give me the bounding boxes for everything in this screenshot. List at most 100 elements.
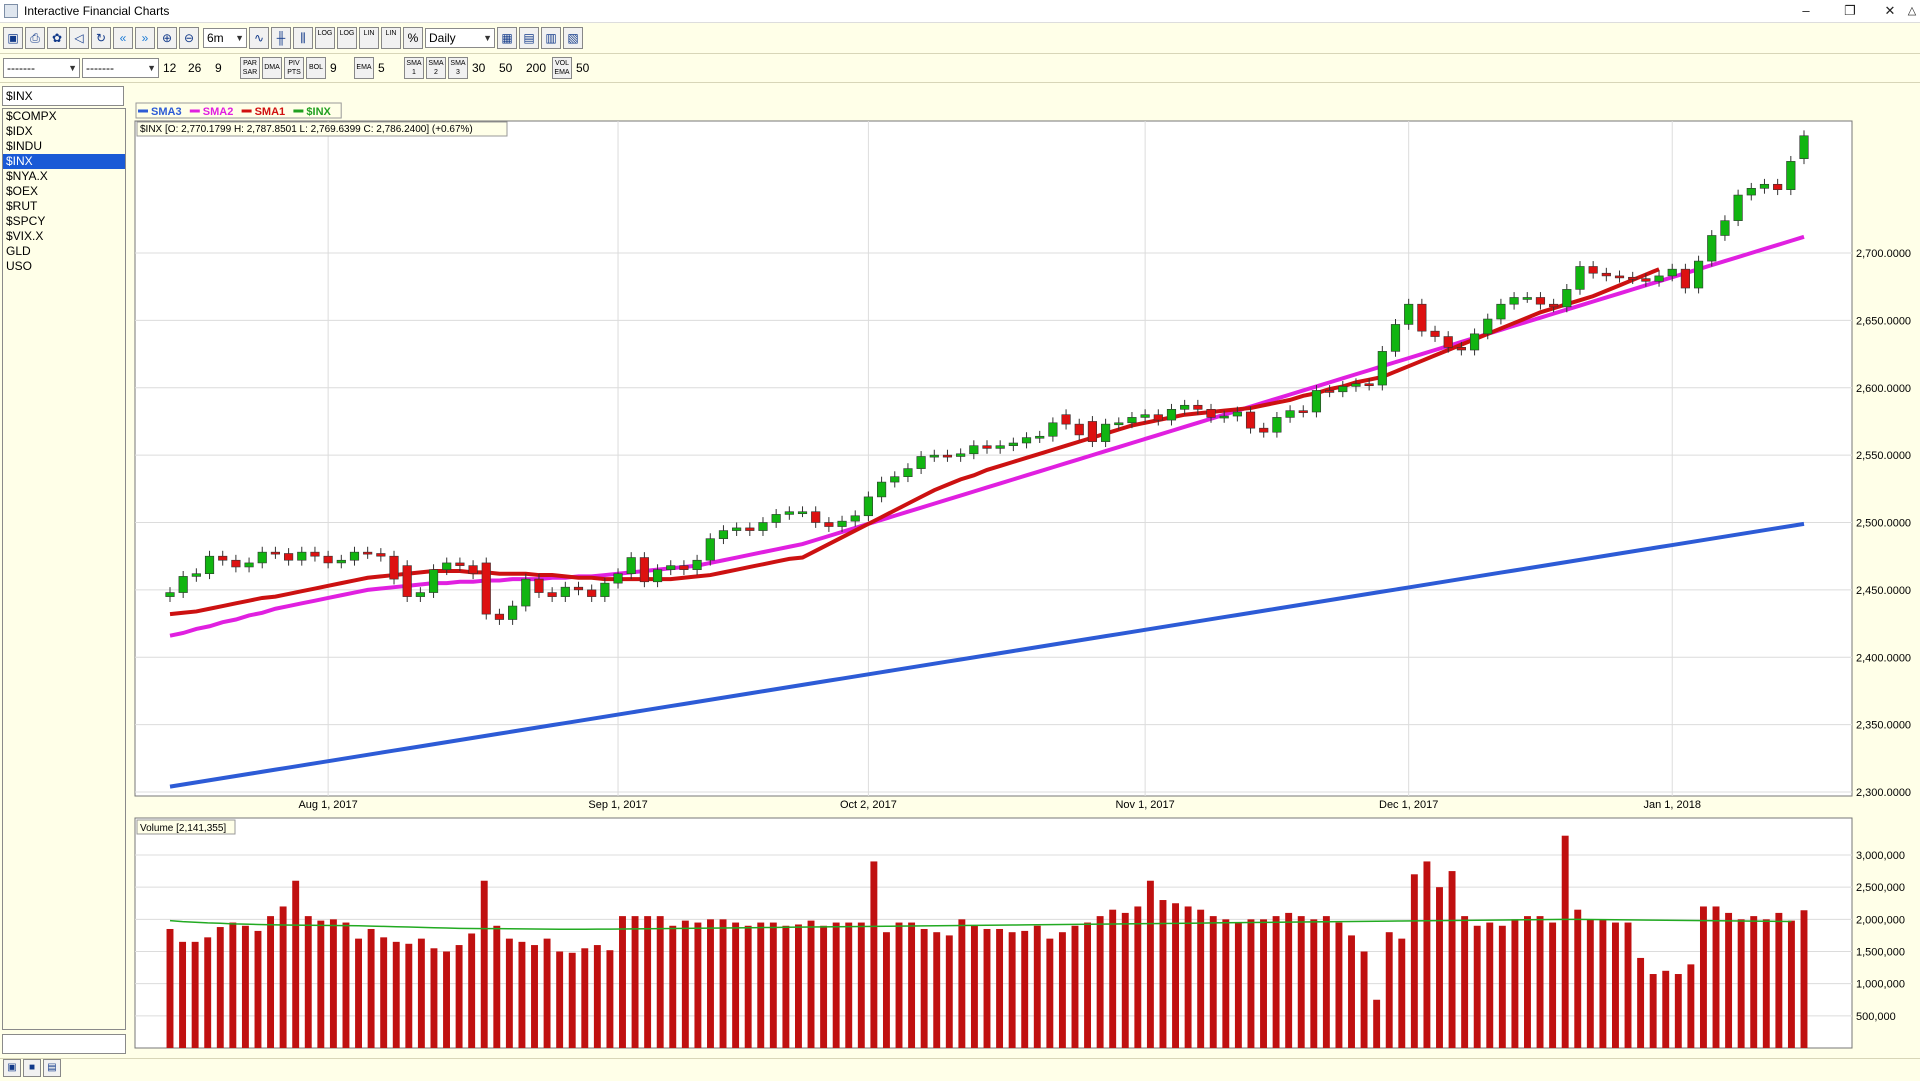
volume-bar xyxy=(1084,922,1092,1048)
volume-bar xyxy=(1750,916,1758,1048)
candle-body xyxy=(376,553,386,557)
volume-bar xyxy=(455,945,463,1048)
volume-bar xyxy=(1046,938,1054,1048)
candle-body xyxy=(732,527,742,531)
x-tick-label: Jan 1, 2018 xyxy=(1643,799,1701,811)
volume-y-tick-label: 1,500,000 xyxy=(1856,947,1905,959)
volume-bar xyxy=(1662,970,1670,1048)
candle-body xyxy=(1496,303,1506,320)
candle-body xyxy=(1733,194,1743,221)
candle-body xyxy=(1074,423,1084,436)
y-tick-label: 2,600.0000 xyxy=(1856,383,1911,395)
volume-bar xyxy=(1398,938,1406,1048)
candle-body xyxy=(1390,324,1401,352)
y-tick-label: 2,550.0000 xyxy=(1856,450,1911,462)
volume-bar xyxy=(241,925,249,1048)
volume-bar xyxy=(1008,932,1016,1048)
volume-bar xyxy=(229,922,237,1048)
volume-bar xyxy=(1071,925,1079,1048)
volume-bar xyxy=(480,880,488,1048)
volume-bar xyxy=(505,938,513,1048)
candle-body xyxy=(982,445,992,449)
candle-body xyxy=(178,576,188,593)
volume-bar xyxy=(1234,922,1242,1048)
candle-body xyxy=(1469,333,1480,351)
save-icon[interactable]: ■ xyxy=(23,1059,41,1077)
x-tick-label: Aug 1, 2017 xyxy=(298,799,357,811)
candle-body xyxy=(218,555,228,561)
candle-body xyxy=(1680,268,1690,289)
candle-body xyxy=(481,562,491,615)
volume-bar xyxy=(254,930,262,1048)
candle-body xyxy=(1575,266,1585,290)
candle-body xyxy=(1773,183,1783,190)
price-panel xyxy=(134,120,1853,797)
candle-body xyxy=(1456,347,1466,351)
candle-body xyxy=(811,511,821,523)
candle-body xyxy=(916,456,926,469)
volume-bar xyxy=(895,922,903,1048)
candle-body xyxy=(956,453,966,457)
volume-bar xyxy=(191,941,199,1048)
candle-body xyxy=(995,445,1005,449)
open-icon[interactable]: ▣ xyxy=(3,1059,21,1077)
candle-body xyxy=(692,559,702,570)
candle-body xyxy=(1509,297,1519,305)
volume-bar xyxy=(996,928,1004,1048)
candle-body xyxy=(508,605,518,620)
candle-body xyxy=(1522,297,1532,300)
volume-bar xyxy=(329,919,337,1048)
volume-bar xyxy=(1561,835,1569,1048)
volume-bar xyxy=(1285,912,1293,1048)
candle-body xyxy=(1180,404,1190,410)
volume-bar xyxy=(1637,957,1645,1048)
volume-bar xyxy=(744,925,752,1048)
volume-bar xyxy=(1473,925,1481,1048)
volume-bar xyxy=(166,928,174,1048)
volume-panel xyxy=(134,817,1853,1049)
candle-body xyxy=(1746,188,1756,196)
y-tick-label: 2,650.0000 xyxy=(1856,315,1911,327)
volume-bar xyxy=(719,919,727,1048)
volume-bar xyxy=(1612,922,1619,1048)
candle-body xyxy=(863,496,873,517)
volume-bar xyxy=(1498,925,1506,1048)
volume-bar xyxy=(945,935,953,1048)
candle-body xyxy=(1061,414,1071,425)
candle-body xyxy=(1614,275,1625,279)
candle-body xyxy=(771,514,781,523)
y-tick-label: 2,500.0000 xyxy=(1856,518,1911,530)
volume-bar xyxy=(317,920,325,1048)
volume-bar xyxy=(1260,919,1267,1048)
export-icon[interactable]: ▤ xyxy=(43,1059,61,1077)
candle-body xyxy=(1259,427,1269,433)
candle-body xyxy=(349,551,360,561)
volume-bar xyxy=(204,937,212,1048)
volume-bar xyxy=(1184,906,1192,1048)
volume-bar xyxy=(832,922,840,1048)
volume-bar xyxy=(556,951,564,1048)
candle-body xyxy=(1087,421,1098,442)
candle-body xyxy=(784,511,794,515)
candle-body xyxy=(389,555,399,580)
info-label: $INX [O: 2,770.1799 H: 2,787.8501 L: 2,7… xyxy=(140,124,473,135)
volume-bar xyxy=(807,920,815,1048)
volume-bar xyxy=(279,906,287,1048)
volume-bar xyxy=(1624,922,1632,1048)
volume-bar xyxy=(870,861,878,1048)
candle-body xyxy=(626,557,636,575)
candle-body xyxy=(1693,260,1704,289)
candle-body xyxy=(666,565,676,570)
candle-body xyxy=(1799,135,1809,159)
candle-body xyxy=(1298,410,1308,413)
volume-bar xyxy=(267,916,275,1048)
candle-body xyxy=(468,565,478,575)
candle-body xyxy=(573,586,584,591)
volume-bar xyxy=(656,916,664,1048)
volume-bar xyxy=(1297,916,1305,1048)
candle-body xyxy=(1219,415,1229,419)
volume-bar xyxy=(581,948,589,1048)
volume-bar xyxy=(1096,916,1104,1048)
candle-body xyxy=(824,522,834,527)
volume-bar xyxy=(882,932,890,1048)
